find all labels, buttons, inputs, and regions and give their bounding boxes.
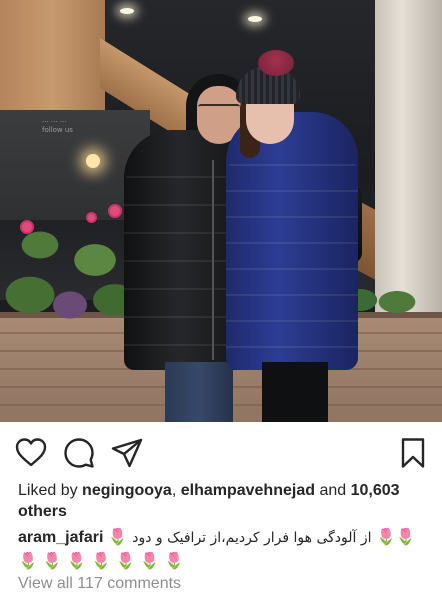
caption-emoji-row: 🌷 🌷 🌷 🌷 🌷 🌷 🌷	[18, 553, 185, 570]
others-count-link[interactable]: 10,603	[351, 482, 400, 499]
beanie-pompom	[258, 50, 294, 76]
pink-flower	[110, 206, 120, 216]
like-button[interactable]	[14, 436, 48, 470]
caption-username[interactable]: aram_jafari	[18, 529, 103, 546]
glasses	[198, 104, 240, 115]
window-sign-line: follow us	[42, 126, 73, 134]
window-sign-line: ... ... ...	[42, 116, 67, 124]
comment-bubble-icon	[64, 438, 94, 468]
post-action-bar	[0, 430, 442, 474]
wood-panel	[0, 0, 105, 110]
post-caption: aram_jafari 🌷 از آلودگی هوا فرار کردیم،ا…	[18, 526, 428, 574]
paper-plane-icon	[111, 438, 143, 468]
caption-text: از آلودگی هوا فرار کردیم،از ترافیک و دود	[132, 530, 372, 546]
heart-outline-icon	[15, 438, 47, 467]
window-sign: ... ... ... follow us	[42, 115, 92, 135]
others-word-link[interactable]: others	[18, 503, 67, 520]
ceiling-lamp	[120, 8, 134, 14]
coat-quilting	[226, 140, 358, 365]
view-all-comments-link[interactable]: View all 117 comments	[18, 574, 181, 594]
likes-separator: ,	[171, 482, 181, 499]
pink-flower	[88, 214, 95, 221]
caption-emoji-end: 🌷🌷	[375, 529, 416, 546]
ceiling-lamp	[248, 16, 262, 22]
coat-zipper	[212, 160, 214, 360]
instagram-post: ... ... ... follow us Liked by negingooy…	[0, 0, 442, 599]
comment-button[interactable]	[62, 436, 96, 470]
likes-summary: Liked by negingooya, elhampavehnejad and…	[18, 480, 428, 522]
bookmark-outline-icon	[401, 438, 425, 468]
caption-emoji-start: 🌷	[107, 529, 128, 546]
save-button[interactable]	[396, 436, 430, 470]
pink-flower	[22, 222, 32, 232]
likes-and: and	[315, 482, 351, 499]
liker-link-negingooya[interactable]: negingooya	[82, 482, 172, 499]
likes-prefix: Liked by	[18, 482, 83, 499]
share-button[interactable]	[110, 436, 144, 470]
post-photo[interactable]: ... ... ... follow us	[0, 0, 442, 422]
person-left-jeans	[165, 362, 233, 422]
glowing-lamp	[86, 154, 100, 168]
liker-link-elhampavehnejad[interactable]: elhampavehnejad	[181, 482, 315, 499]
person-right-pants	[262, 362, 328, 422]
